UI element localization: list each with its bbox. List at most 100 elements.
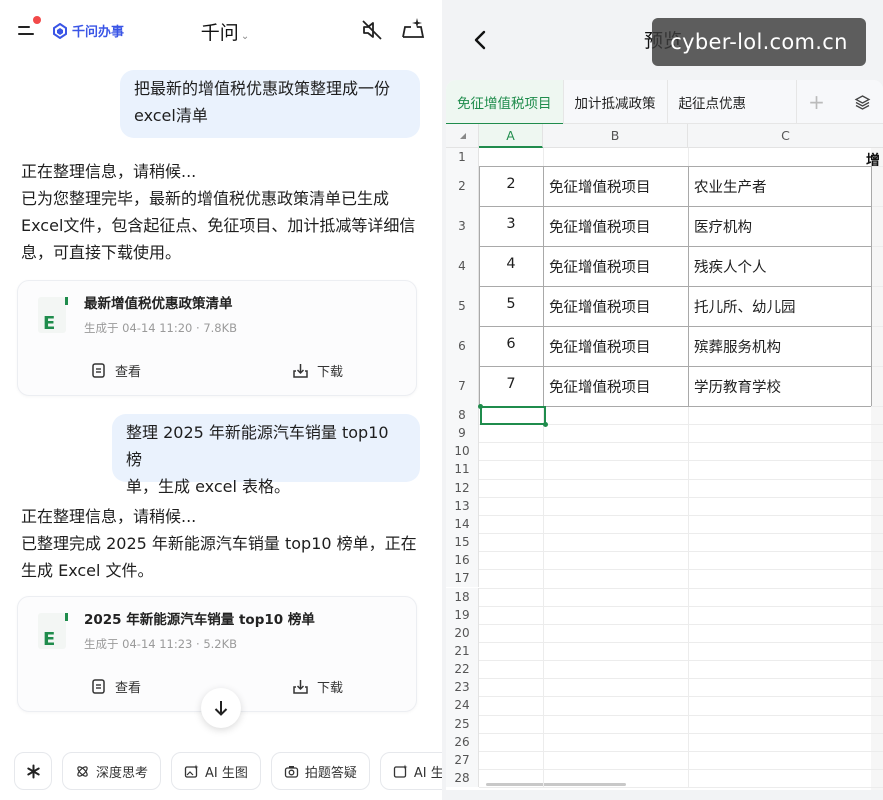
cell-a[interactable]: 3: [479, 216, 543, 232]
row-gridline: [479, 787, 883, 789]
row-header[interactable]: 12: [446, 478, 479, 497]
asterisk-icon: [26, 764, 40, 778]
download-button[interactable]: 下载: [292, 677, 343, 696]
add-sheet-icon[interactable]: +: [796, 80, 836, 124]
row-header[interactable]: 24: [446, 696, 479, 715]
row-header[interactable]: 26: [446, 732, 479, 751]
document-icon: [92, 363, 105, 378]
row-header[interactable]: 23: [446, 678, 479, 697]
row-header[interactable]: 2: [446, 166, 479, 206]
row-header[interactable]: 8: [446, 406, 479, 425]
row-header[interactable]: 21: [446, 641, 479, 661]
download-button[interactable]: 下载: [292, 361, 343, 380]
cell-c[interactable]: 医疗机构: [694, 216, 752, 237]
svg-text:E: E: [43, 313, 55, 334]
tools-chip[interactable]: [14, 752, 52, 790]
row-header[interactable]: 28: [446, 769, 479, 788]
row-header[interactable]: 9: [446, 424, 479, 443]
brand-logo[interactable]: 千问办事: [52, 21, 124, 40]
row-header[interactable]: 15: [446, 533, 479, 552]
row-header[interactable]: 11: [446, 460, 479, 479]
cell-a[interactable]: 4: [479, 256, 543, 272]
table-border: [479, 366, 871, 367]
column-header-c[interactable]: C: [688, 124, 883, 148]
row-header[interactable]: 10: [446, 442, 479, 461]
cell-a[interactable]: 2: [479, 176, 543, 192]
selection-handle[interactable]: [543, 422, 548, 428]
horizontal-scrollbar[interactable]: [486, 783, 626, 786]
download-label: 下载: [317, 681, 344, 696]
cell-c[interactable]: 残疾人个人: [694, 256, 767, 277]
row-gridline: [479, 678, 883, 680]
new-chat-sparkle-icon[interactable]: [400, 16, 426, 42]
cell-a[interactable]: 6: [479, 336, 543, 352]
view-button[interactable]: 查看: [90, 677, 141, 696]
cell-b[interactable]: 免征增值税项目: [549, 376, 651, 397]
row-header[interactable]: 7: [446, 366, 479, 406]
tab-exempt-items[interactable]: 免征增值税项目: [446, 80, 563, 125]
selected-cell-a8[interactable]: [480, 406, 546, 426]
tab-threshold[interactable]: 起征点优惠: [668, 80, 758, 124]
cell-a[interactable]: 7: [479, 376, 543, 392]
cell-b[interactable]: 免征增值税项目: [549, 256, 651, 277]
back-chevron-icon[interactable]: [472, 30, 488, 50]
row-header[interactable]: 17: [446, 569, 479, 588]
row-header[interactable]: 18: [446, 587, 479, 606]
app-title-switcher[interactable]: 千问 ⌄: [180, 18, 270, 45]
view-button[interactable]: 查看: [90, 361, 141, 380]
ai-generate-chip[interactable]: AI 生: [379, 752, 442, 790]
column-headers: A B C: [446, 124, 883, 148]
file-card-1[interactable]: E 最新增值税优惠政策清单 生成于 04-14 11:20 · 7.8KB 查看…: [17, 280, 417, 396]
row-header[interactable]: 3: [446, 206, 479, 246]
column-d-partial: [871, 148, 883, 790]
cell-c[interactable]: 托儿所、幼儿园: [694, 296, 796, 317]
table-border: [479, 166, 871, 167]
cell-c[interactable]: 学历教育学校: [694, 376, 781, 397]
row-header[interactable]: 22: [446, 660, 479, 679]
message-line: 整理 2025 年新能源汽车销量 top10 榜: [126, 423, 389, 469]
row-header[interactable]: 27: [446, 750, 479, 769]
row-gridline: [479, 442, 883, 444]
row-gridline: [479, 569, 883, 571]
row-header[interactable]: 20: [446, 623, 479, 642]
row-header[interactable]: 16: [446, 551, 479, 570]
row-gridline: [479, 533, 883, 535]
chip-label: 深度思考: [96, 765, 149, 781]
select-all-corner[interactable]: [446, 124, 479, 148]
row-gridline: [479, 460, 883, 462]
row-header[interactable]: 4: [446, 246, 479, 286]
header-cell-partial: 增: [866, 153, 880, 169]
excel-file-icon: E: [38, 297, 68, 334]
message-line: excel清单: [134, 106, 208, 125]
row-header[interactable]: 5: [446, 286, 479, 326]
table-border: [479, 246, 871, 247]
file-meta: 生成于 04-14 11:20 · 7.8KB: [84, 321, 238, 335]
cell-b[interactable]: 免征增值税项目: [549, 296, 651, 317]
cell-c[interactable]: 殡葬服务机构: [694, 336, 781, 357]
spreadsheet: 免征增值税项目 加计抵减政策 起征点优惠 + A B C 增 123456789…: [446, 80, 883, 790]
speaker-muted-icon[interactable]: [360, 18, 384, 42]
column-header-b[interactable]: B: [543, 124, 688, 148]
row-header[interactable]: 25: [446, 714, 479, 733]
deep-thinking-chip[interactable]: 深度思考: [62, 752, 162, 790]
row-header[interactable]: 1: [446, 148, 479, 166]
column-header-a[interactable]: A: [479, 124, 543, 148]
row-header[interactable]: 13: [446, 496, 479, 515]
photo-question-chip[interactable]: 拍题答疑: [270, 752, 370, 790]
row-header[interactable]: 6: [446, 326, 479, 366]
row-gridline: [479, 714, 883, 716]
table-border: [479, 286, 871, 287]
qianwen-logo-icon: [53, 22, 67, 39]
cell-b[interactable]: 免征增值税项目: [549, 336, 651, 357]
sheet-list-button[interactable]: [841, 80, 883, 124]
cell-a[interactable]: 5: [479, 296, 543, 312]
selection-handle[interactable]: [478, 404, 483, 409]
row-header[interactable]: 14: [446, 514, 479, 534]
cell-b[interactable]: 免征增值税项目: [549, 176, 651, 197]
ai-image-chip[interactable]: AI 生图: [171, 752, 261, 790]
tab-extra-deduction[interactable]: 加计抵减政策: [564, 80, 667, 124]
scroll-to-bottom-button[interactable]: [201, 688, 241, 728]
cell-c[interactable]: 农业生产者: [694, 176, 767, 197]
row-header[interactable]: 19: [446, 605, 479, 624]
cell-b[interactable]: 免征增值税项目: [549, 216, 651, 237]
